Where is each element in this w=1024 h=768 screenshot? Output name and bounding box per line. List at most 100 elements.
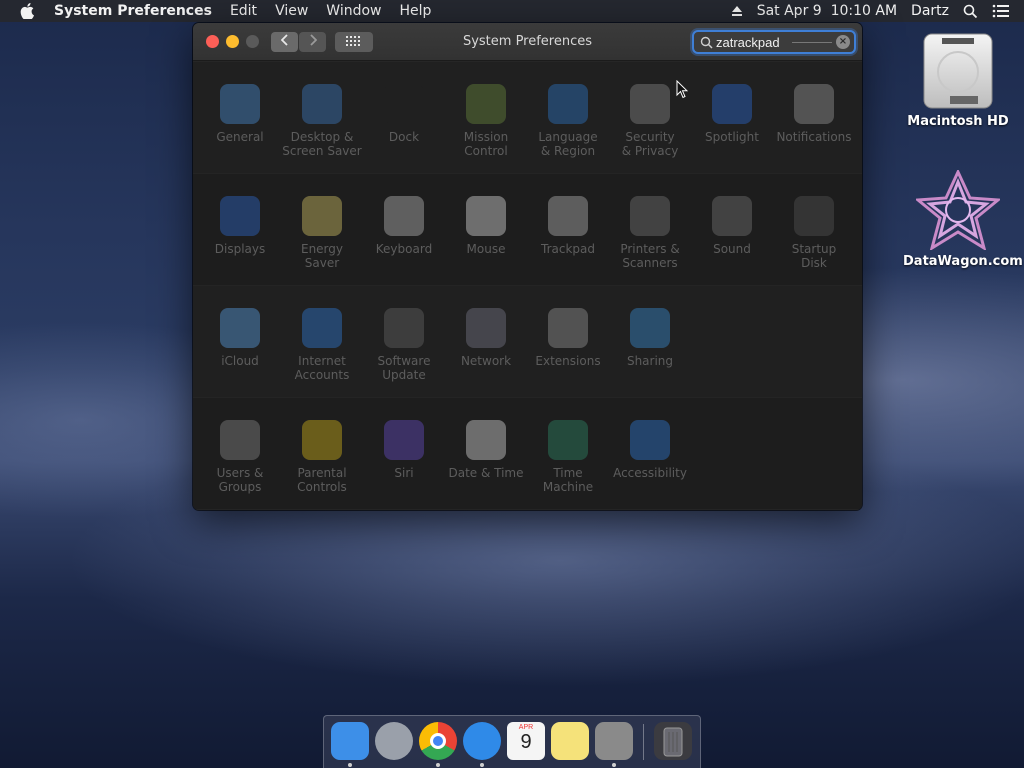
hard-drive-icon: [920, 32, 996, 110]
pane-label: Mission Control: [463, 130, 509, 158]
sharing-icon: [630, 308, 670, 348]
pane-accessibility[interactable]: Accessibility: [609, 420, 691, 480]
mission-control-icon: [466, 84, 506, 124]
pane-general[interactable]: General: [199, 84, 281, 144]
spotlight-icon: [712, 84, 752, 124]
menu-window[interactable]: Window: [326, 3, 381, 19]
startup-disk-icon: [794, 196, 834, 236]
pane-label: Spotlight: [705, 130, 759, 144]
notes-icon[interactable]: [551, 722, 589, 760]
pane-notifications[interactable]: Notifications: [773, 84, 855, 144]
search-icon: [700, 35, 714, 49]
notification-center-icon[interactable]: [992, 4, 1010, 18]
pane-row: Users & Groups Parental Controls Siri Date …: [193, 398, 862, 510]
pane-date-time[interactable]: Date & Time: [445, 420, 527, 480]
pane-spotlight[interactable]: Spotlight: [691, 84, 773, 144]
pane-label: Sharing: [626, 354, 674, 368]
extensions-icon: [548, 308, 588, 348]
pane-mission-control[interactable]: Mission Control: [445, 84, 527, 158]
menu-view[interactable]: View: [275, 3, 308, 19]
system-preferences-icon[interactable]: [595, 722, 633, 760]
datawagon-logo-icon: [914, 168, 1002, 252]
parental-controls-icon: [302, 420, 342, 460]
pane-label: Time Machine: [542, 466, 594, 494]
printers-scanners-icon: [630, 196, 670, 236]
pane-dock[interactable]: Dock: [363, 84, 445, 144]
pane-trackpad[interactable]: Trackpad: [527, 196, 609, 256]
safari-icon[interactable]: [463, 722, 501, 760]
pane-siri[interactable]: Siri: [363, 420, 445, 480]
pane-label: Internet Accounts: [294, 354, 350, 382]
app-name-menu[interactable]: System Preferences: [54, 3, 212, 19]
dock-icon: [384, 84, 424, 124]
chrome-icon[interactable]: [419, 722, 457, 760]
desktop-icon-label: DataWagon.com: [903, 254, 1023, 269]
desktop-icon-datawagon[interactable]: DataWagon.com: [903, 168, 1023, 269]
pane-internet-accounts[interactable]: Internet Accounts: [281, 308, 363, 382]
sound-icon: [712, 196, 752, 236]
pane-network[interactable]: Network: [445, 308, 527, 368]
mouse-cursor-icon: [676, 79, 689, 99]
running-indicator: [348, 763, 352, 767]
pane-label: Software Update: [377, 354, 431, 382]
spotlight-search-icon[interactable]: [963, 4, 978, 19]
notifications-icon: [794, 84, 834, 124]
internet-accounts-icon: [302, 308, 342, 348]
pane-parental-controls[interactable]: Parental Controls: [281, 420, 363, 494]
pane-label: Date & Time: [448, 466, 524, 480]
eject-icon[interactable]: [731, 5, 743, 17]
pane-label: Parental Controls: [297, 466, 347, 494]
clock[interactable]: Sat Apr 9 10:10 AM: [757, 3, 897, 19]
search-divider: [792, 42, 832, 43]
pane-mouse[interactable]: Mouse: [445, 196, 527, 256]
pane-sharing[interactable]: Sharing: [609, 308, 691, 368]
menu-help[interactable]: Help: [400, 3, 432, 19]
menu-edit[interactable]: Edit: [230, 3, 257, 19]
clear-search-icon[interactable]: ×: [836, 35, 850, 49]
pane-sound[interactable]: Sound: [691, 196, 773, 256]
pane-software-update[interactable]: Software Update: [363, 308, 445, 382]
pane-label: Security & Privacy: [621, 130, 679, 158]
pane-keyboard[interactable]: Keyboard: [363, 196, 445, 256]
apple-menu-icon[interactable]: [0, 0, 54, 22]
search-field[interactable]: ×: [692, 30, 856, 54]
language-region-icon: [548, 84, 588, 124]
pane-label: Users & Groups: [216, 466, 264, 494]
trash-icon[interactable]: [654, 722, 692, 760]
pane-icloud[interactable]: iCloud: [199, 308, 281, 368]
pane-time-machine[interactable]: Time Machine: [527, 420, 609, 494]
displays-icon: [220, 196, 260, 236]
pane-label: Startup Disk: [791, 242, 837, 270]
pane-energy-saver[interactable]: Energy Saver: [281, 196, 363, 270]
pane-label: iCloud: [221, 354, 259, 368]
pane-startup-disk[interactable]: Startup Disk: [773, 196, 855, 270]
keyboard-icon: [384, 196, 424, 236]
pane-label: Notifications: [776, 130, 852, 144]
finder-icon[interactable]: [331, 722, 369, 760]
accessibility-icon: [630, 420, 670, 460]
pane-displays[interactable]: Displays: [199, 196, 281, 256]
menu-bar: System Preferences Edit View Window Help…: [0, 0, 1024, 22]
pane-label: Extensions: [535, 354, 601, 368]
dock: APR 9: [323, 715, 701, 768]
running-indicator: [480, 763, 484, 767]
pane-desktop-screen-saver[interactable]: Desktop & Screen Saver: [281, 84, 363, 158]
running-indicator: [612, 763, 616, 767]
user-menu[interactable]: Dartz: [911, 3, 949, 19]
calendar-day: 9: [520, 731, 532, 753]
pane-label: Desktop & Screen Saver: [282, 130, 362, 158]
desktop-screen-saver-icon: [302, 84, 342, 124]
pane-extensions[interactable]: Extensions: [527, 308, 609, 368]
calendar-icon[interactable]: APR 9: [507, 722, 545, 760]
launchpad-icon[interactable]: [375, 722, 413, 760]
pane-label: Keyboard: [375, 242, 433, 256]
pane-printers-scanners[interactable]: Printers & Scanners: [609, 196, 691, 270]
pane-users-groups[interactable]: Users & Groups: [199, 420, 281, 494]
desktop-icon-macintosh-hd[interactable]: Macintosh HD: [903, 32, 1013, 129]
software-update-icon: [384, 308, 424, 348]
users-groups-icon: [220, 420, 260, 460]
pane-language-region[interactable]: Language & Region: [527, 84, 609, 158]
desktop-icon-label: Macintosh HD: [907, 114, 1009, 129]
pane-label: Displays: [214, 242, 266, 256]
dock-separator: [643, 724, 644, 760]
